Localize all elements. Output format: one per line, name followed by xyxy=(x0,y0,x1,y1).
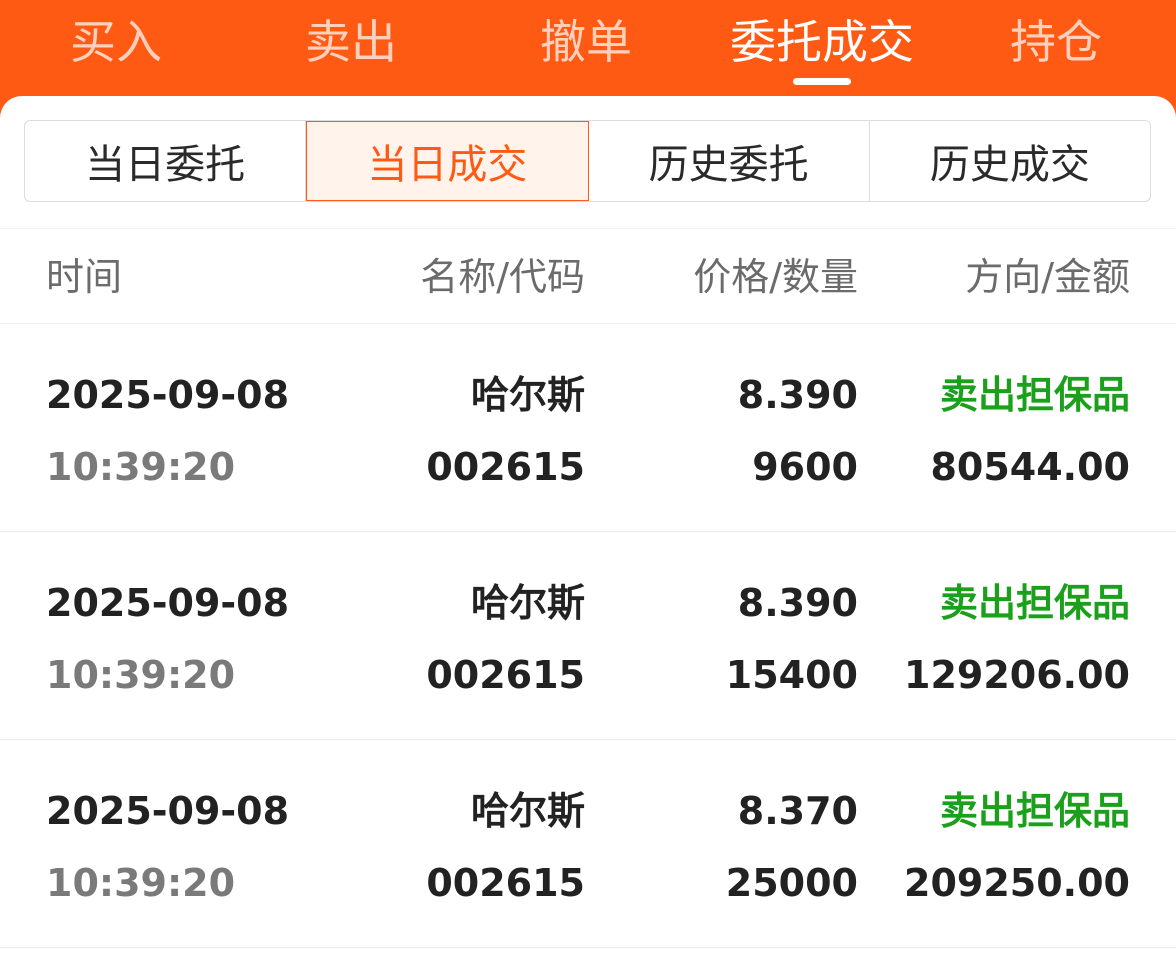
stock-name: 哈尔斯 xyxy=(470,373,585,417)
trade-direction: 卖出担保品 xyxy=(939,373,1130,417)
header-direction-amount: 方向/金额 xyxy=(965,255,1130,299)
stock-code: 002615 xyxy=(426,861,585,905)
header-name-code: 名称/代码 xyxy=(420,255,585,299)
active-tab-indicator xyxy=(793,78,851,85)
trade-date: 2025-09-08 xyxy=(46,581,290,625)
tab-buy[interactable]: 买入 xyxy=(46,12,186,72)
trade-time: 10:39:20 xyxy=(46,445,236,489)
segment-history-orders[interactable]: 历史委托 xyxy=(589,121,870,201)
trade-time: 10:39:20 xyxy=(46,861,236,905)
header-price-quantity: 价格/数量 xyxy=(693,255,858,299)
tab-positions[interactable]: 持仓 xyxy=(986,12,1126,72)
tab-sell[interactable]: 卖出 xyxy=(281,12,421,72)
stock-code: 002615 xyxy=(426,653,585,697)
table-header: 时间 名称/代码 价格/数量 方向/金额 xyxy=(0,228,1176,324)
trade-price: 8.370 xyxy=(737,789,858,833)
trade-price: 8.390 xyxy=(737,581,858,625)
table-row[interactable]: 2025-09-08 10:39:20 哈尔斯 002615 8.390 154… xyxy=(0,532,1176,740)
segment-today-orders[interactable]: 当日委托 xyxy=(25,121,307,201)
trade-date: 2025-09-08 xyxy=(46,789,290,833)
table-row[interactable]: 2025-09-08 10:39:20 哈尔斯 002615 8.390 960… xyxy=(0,324,1176,532)
trade-quantity: 9600 xyxy=(752,445,858,489)
trade-price: 8.390 xyxy=(737,373,858,417)
trade-time: 10:39:20 xyxy=(46,653,236,697)
trade-amount: 80544.00 xyxy=(930,445,1130,489)
header-time: 时间 xyxy=(46,255,123,299)
trade-quantity: 25000 xyxy=(725,861,858,905)
tab-cancel-order[interactable]: 撤单 xyxy=(516,12,656,72)
top-tab-bar: 买入 卖出 撤单 委托成交 持仓 xyxy=(0,0,1176,96)
trade-direction: 卖出担保品 xyxy=(939,581,1130,625)
stock-name: 哈尔斯 xyxy=(470,789,585,833)
segment-today-trades[interactable]: 当日成交 xyxy=(306,121,589,201)
trade-direction: 卖出担保品 xyxy=(939,789,1130,833)
stock-name: 哈尔斯 xyxy=(470,581,585,625)
tab-orders-trades[interactable]: 委托成交 xyxy=(707,12,937,72)
trade-amount: 129206.00 xyxy=(904,653,1130,697)
trade-date: 2025-09-08 xyxy=(46,373,290,417)
segment-history-trades[interactable]: 历史成交 xyxy=(870,121,1150,201)
trade-list: 2025-09-08 10:39:20 哈尔斯 002615 8.390 960… xyxy=(0,324,1176,948)
trade-quantity: 15400 xyxy=(725,653,858,697)
stock-code: 002615 xyxy=(426,445,585,489)
segment-control: 当日委托 当日成交 历史委托 历史成交 xyxy=(24,120,1151,202)
table-row[interactable]: 2025-09-08 10:39:20 哈尔斯 002615 8.370 250… xyxy=(0,740,1176,948)
trade-amount: 209250.00 xyxy=(904,861,1130,905)
content-panel: 当日委托 当日成交 历史委托 历史成交 时间 名称/代码 价格/数量 方向/金额… xyxy=(0,96,1176,973)
